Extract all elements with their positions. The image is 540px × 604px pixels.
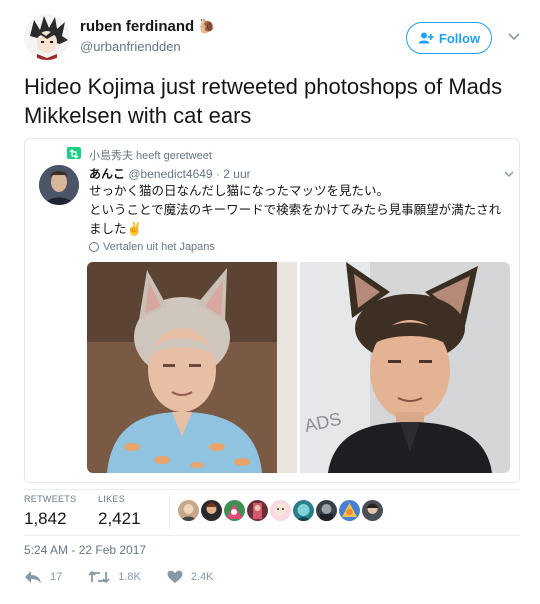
liker-avatar[interactable] <box>247 500 268 521</box>
add-user-icon <box>418 32 434 44</box>
snail-emoji-icon: 🐌 <box>198 18 216 34</box>
chevron-down-icon[interactable] <box>506 28 522 44</box>
tweet-actions: 17 1.8K 2.4K <box>24 570 240 584</box>
liker-avatar[interactable] <box>339 500 360 521</box>
reply-button[interactable]: 17 <box>24 570 62 584</box>
tweet-timestamp[interactable]: 5:24 AM - 22 Feb 2017 <box>24 543 146 557</box>
follow-button-label: Follow <box>438 30 481 46</box>
liker-avatar[interactable] <box>201 500 222 521</box>
photo-cat-ears-2[interactable]: ADS <box>300 262 510 473</box>
divider <box>24 535 520 536</box>
reply-count: 17 <box>50 571 63 583</box>
quoted-tweet-text: せっかく猫の日なんだし猫になったマッツを見たい。 ということで魔法のキーワードで… <box>89 184 502 236</box>
retweet-icon <box>88 570 110 584</box>
liker-avatar[interactable] <box>293 500 314 521</box>
likes-stat[interactable]: LIKES 2,421 <box>98 494 141 529</box>
author-name[interactable]: ruben ferdinand 🐌 <box>80 18 216 35</box>
reply-icon <box>25 571 41 583</box>
tweet: ruben ferdinand 🐌 @urbanfriendden Follow… <box>0 0 540 604</box>
retweets-count[interactable]: 1,842 <box>24 509 76 529</box>
author-name-text[interactable]: ruben ferdinand <box>80 18 194 35</box>
liker-avatar[interactable] <box>362 500 383 521</box>
photo-cat-ears-1[interactable] <box>87 262 297 473</box>
divider <box>169 494 170 530</box>
avatar[interactable] <box>24 14 70 60</box>
quoted-time[interactable]: · 2 uur <box>216 167 251 181</box>
liker-avatar[interactable] <box>224 500 245 521</box>
translate-label[interactable]: Vertalen uit het Japans <box>103 241 215 253</box>
liker-avatar[interactable] <box>270 500 291 521</box>
liker-avatars <box>178 500 383 521</box>
liker-avatar[interactable] <box>316 500 337 521</box>
heart-icon <box>167 570 183 583</box>
retweets-label: RETWEETS <box>24 494 77 504</box>
likes-count[interactable]: 2,421 <box>98 509 141 529</box>
author-handle[interactable]: @urbanfriendden <box>80 39 181 54</box>
globe-icon <box>89 242 99 252</box>
retweet-button[interactable]: 1.8K <box>88 570 141 584</box>
divider <box>24 489 520 490</box>
chevron-down-icon[interactable] <box>503 167 515 179</box>
quoted-author-avatar[interactable] <box>39 165 79 205</box>
quoted-author-name[interactable]: あんこ <box>89 167 125 181</box>
quoted-author-handle[interactable]: @benedict4649 <box>128 167 212 181</box>
tweet-text: Hideo Kojima just retweeted photoshops o… <box>24 74 503 128</box>
like-button[interactable]: 2.4K <box>167 570 214 584</box>
like-count: 2.4K <box>190 571 214 583</box>
retweet-count: 1.8K <box>118 571 141 583</box>
quoted-header: あんこ @benedict4649 · 2 uur <box>89 165 251 182</box>
retweet-icon <box>67 147 81 159</box>
likes-label: LIKES <box>98 494 126 504</box>
retweet-notice[interactable]: 小島秀夫 heeft geretweet <box>89 147 212 163</box>
retweets-stat[interactable]: RETWEETS 1,842 <box>24 494 76 529</box>
quoted-tweet[interactable]: 小島秀夫 heeft geretweet あんこ @benedict4649 ·… <box>24 138 520 483</box>
liker-avatar[interactable] <box>178 500 199 521</box>
follow-button[interactable]: Follow <box>406 22 492 54</box>
translate-link[interactable]: Vertalen uit het Japans <box>89 241 215 253</box>
